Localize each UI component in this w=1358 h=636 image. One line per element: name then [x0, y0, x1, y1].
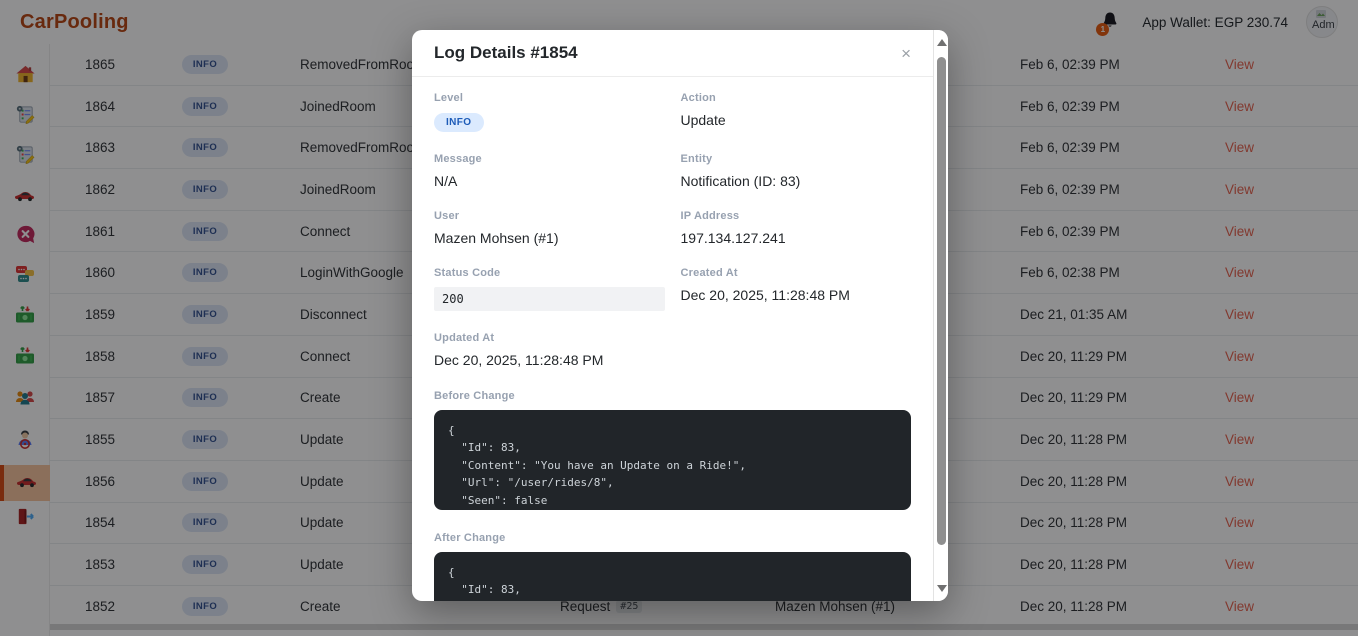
scrollbar-thumb[interactable]	[937, 57, 946, 545]
entity-label: Entity	[681, 153, 912, 165]
action-label: Action	[681, 92, 912, 104]
before-change-label: Before Change	[434, 390, 911, 402]
modal-scrollbar[interactable]	[933, 30, 948, 601]
updated-at-label: Updated At	[434, 332, 665, 344]
status-code-value: 200	[434, 287, 665, 311]
scrollbar-up-arrow[interactable]	[937, 39, 947, 46]
scrollbar-down-arrow[interactable]	[937, 585, 947, 592]
log-details-modal: Log Details #1854 × Level INFO Action Up…	[412, 30, 948, 601]
ip-address-value: 197.134.127.241	[681, 230, 912, 246]
after-change-label: After Change	[434, 532, 911, 544]
after-change-code: { "Id": 83, "Seen": true }	[434, 552, 911, 601]
user-value: Mazen Mohsen (#1)	[434, 230, 665, 246]
action-value: Update	[681, 112, 912, 128]
updated-at-value: Dec 20, 2025, 11:28:48 PM	[434, 352, 665, 368]
level-label: Level	[434, 92, 665, 104]
before-change-code: { "Id": 83, "Content": "You have an Upda…	[434, 410, 911, 510]
status-code-label: Status Code	[434, 267, 665, 279]
user-label: User	[434, 210, 665, 222]
ip-address-label: IP Address	[681, 210, 912, 222]
modal-title: Log Details #1854	[434, 43, 578, 63]
level-info-badge: INFO	[434, 113, 484, 132]
created-at-value: Dec 20, 2025, 11:28:48 PM	[681, 287, 912, 303]
close-icon[interactable]: ×	[901, 45, 911, 62]
message-label: Message	[434, 153, 665, 165]
created-at-label: Created At	[681, 267, 912, 279]
entity-value: Notification (ID: 83)	[681, 173, 912, 189]
message-value: N/A	[434, 173, 665, 189]
